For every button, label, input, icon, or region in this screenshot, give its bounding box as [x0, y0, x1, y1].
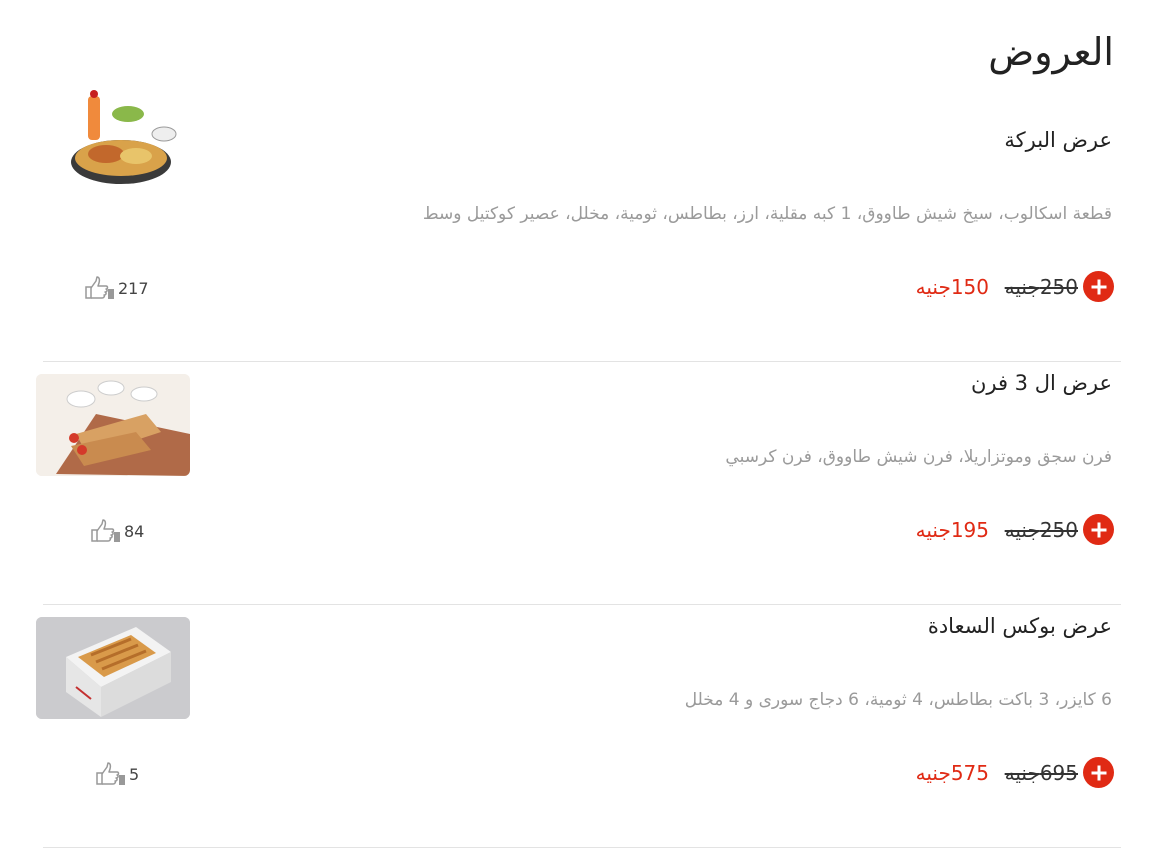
offer-card: عرض البركة قطعة اسكالوب، سيخ شيش طاووق، … — [36, 84, 1121, 362]
offer-name[interactable]: عرض بوكس السعادة — [928, 614, 1112, 638]
offer-name[interactable]: عرض ال 3 فرن — [971, 371, 1112, 395]
offer-card: عرض بوكس السعادة 6 كايزر، 3 باكت بطاطس، … — [36, 604, 1121, 848]
food-platter-icon — [71, 90, 177, 184]
new-price: 195جنيه — [915, 518, 989, 542]
old-price: 695جنيه — [1004, 761, 1078, 785]
old-price: 250جنيه — [1004, 518, 1078, 542]
likes-counter[interactable]: 217 — [83, 276, 149, 300]
likes-count: 5 — [129, 764, 140, 784]
likes-count: 84 — [124, 521, 145, 541]
offer-description: 6 كايزر، 3 باكت بطاطس، 4 ثومية، 6 دجاج س… — [684, 690, 1112, 710]
old-price: 250جنيه — [1004, 275, 1078, 299]
offer-image — [36, 374, 190, 476]
offer-image — [36, 84, 190, 186]
new-price: 575جنيه — [915, 761, 989, 785]
thumbs-up-icon — [96, 762, 125, 785]
wraps-platter-icon — [36, 374, 190, 476]
offer-description: فرن سجق وموتزاريلا، فرن شيش طاووق، فرن ك… — [725, 447, 1112, 467]
add-to-cart-button[interactable] — [1083, 757, 1114, 788]
offer-image — [36, 617, 190, 719]
new-price: 150جنيه — [915, 275, 989, 299]
food-box-icon — [36, 617, 190, 719]
add-to-cart-button[interactable] — [1083, 514, 1114, 545]
offer-card: عرض ال 3 فرن فرن سجق وموتزاريلا، فرن شيش… — [36, 361, 1121, 605]
offer-description: قطعة اسكالوب، سيخ شيش طاووق، 1 كبه مقلية… — [422, 204, 1112, 224]
page-title: العروض — [988, 30, 1114, 74]
thumbs-up-icon — [91, 519, 120, 542]
likes-counter[interactable]: 5 — [94, 762, 139, 786]
offer-name[interactable]: عرض البركة — [1004, 128, 1112, 152]
thumbs-up-icon — [85, 276, 114, 299]
likes-count: 217 — [118, 278, 149, 298]
likes-counter[interactable]: 84 — [89, 519, 144, 543]
add-to-cart-button[interactable] — [1083, 271, 1114, 302]
